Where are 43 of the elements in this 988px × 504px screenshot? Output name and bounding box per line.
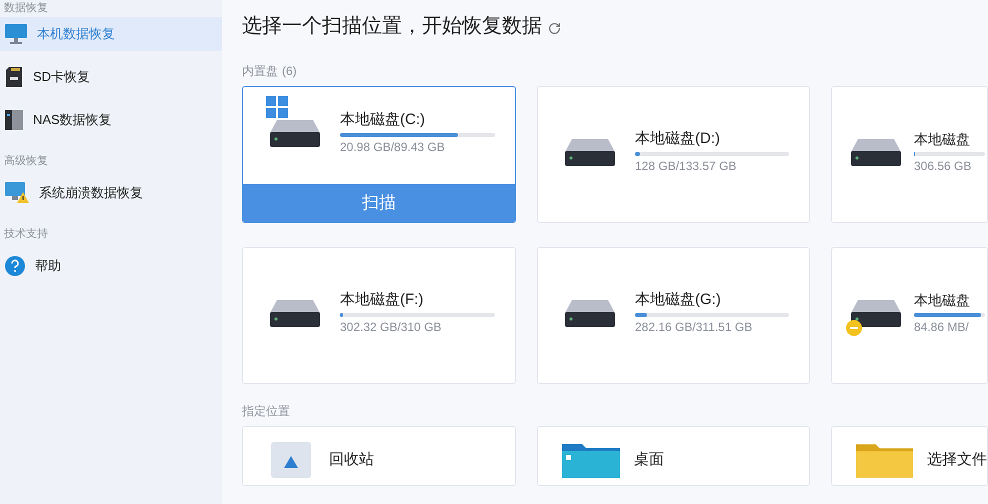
- location-card[interactable]: 选择文件: [831, 426, 988, 486]
- section-label: 数据恢复: [3, 1, 49, 15]
- drive-usage: 306.56 GB: [914, 158, 972, 174]
- drive-name: 本地磁盘: [914, 130, 971, 148]
- section-label: 技术支持: [3, 227, 49, 241]
- drive-name: 本地磁盘(C:): [340, 110, 426, 130]
- drive-card[interactable]: 本地磁盘 306.56 GB: [831, 86, 988, 223]
- drive-card[interactable]: 本地磁盘(C:) 20.98 GB/89.43 GB 扫描: [242, 86, 516, 223]
- help-icon: [4, 255, 26, 277]
- section-label: 高级恢复: [3, 154, 49, 168]
- server-icon: [4, 109, 24, 131]
- drive-name: 本地磁盘: [914, 290, 971, 310]
- folder-icon: [856, 442, 913, 478]
- location-name: 回收站: [329, 450, 374, 470]
- drive-card[interactable]: 本地磁盘(G:) 282.16 GB/311.51 GB: [537, 247, 810, 384]
- page-title: 选择一个扫描位置，开始恢复数据: [242, 14, 542, 39]
- location-card[interactable]: 桌面: [537, 426, 810, 486]
- drive-usage: 128 GB/133.57 GB: [635, 158, 738, 174]
- sidebar-item[interactable]: SD卡恢复: [0, 60, 222, 94]
- location-name: 桌面: [634, 450, 664, 470]
- drive-usage: 302.32 GB/310 GB: [340, 318, 442, 336]
- drive-name: 本地磁盘(D:): [635, 128, 721, 148]
- monitor-icon: [4, 23, 28, 45]
- drive-name: 本地磁盘(G:): [635, 290, 722, 310]
- drive-usage: 282.16 GB/311.51 GB: [635, 318, 754, 336]
- drive-usage: 84.86 MB/: [914, 318, 970, 336]
- drive-card[interactable]: 本地磁盘(F:) 302.32 GB/310 GB: [242, 247, 516, 384]
- drive-card[interactable]: 本地磁盘(D:) 128 GB/133.57 GB: [537, 86, 810, 223]
- location-card[interactable]: 回收站: [242, 426, 516, 486]
- section-label: 指定位置: [242, 404, 291, 418]
- sidebar-item[interactable]: 系统崩溃数据恢复: [0, 176, 222, 210]
- drive-card[interactable]: 本地磁盘 84.86 MB/: [831, 247, 988, 384]
- sidebar-item[interactable]: NAS数据恢复: [0, 103, 222, 137]
- sidebar-item[interactable]: 帮助: [0, 249, 222, 283]
- refresh-icon[interactable]: [548, 22, 561, 34]
- monitor-warning-icon: [4, 181, 30, 205]
- location-name: 选择文件: [927, 450, 987, 470]
- sd-card-icon: [4, 66, 24, 88]
- drive-count: (6): [282, 64, 297, 78]
- folder-icon: [562, 442, 620, 478]
- drive-usage: 20.98 GB/89.43 GB: [340, 138, 446, 156]
- drive-name: 本地磁盘(F:): [340, 290, 424, 310]
- section-label: 内置盘: [242, 64, 278, 78]
